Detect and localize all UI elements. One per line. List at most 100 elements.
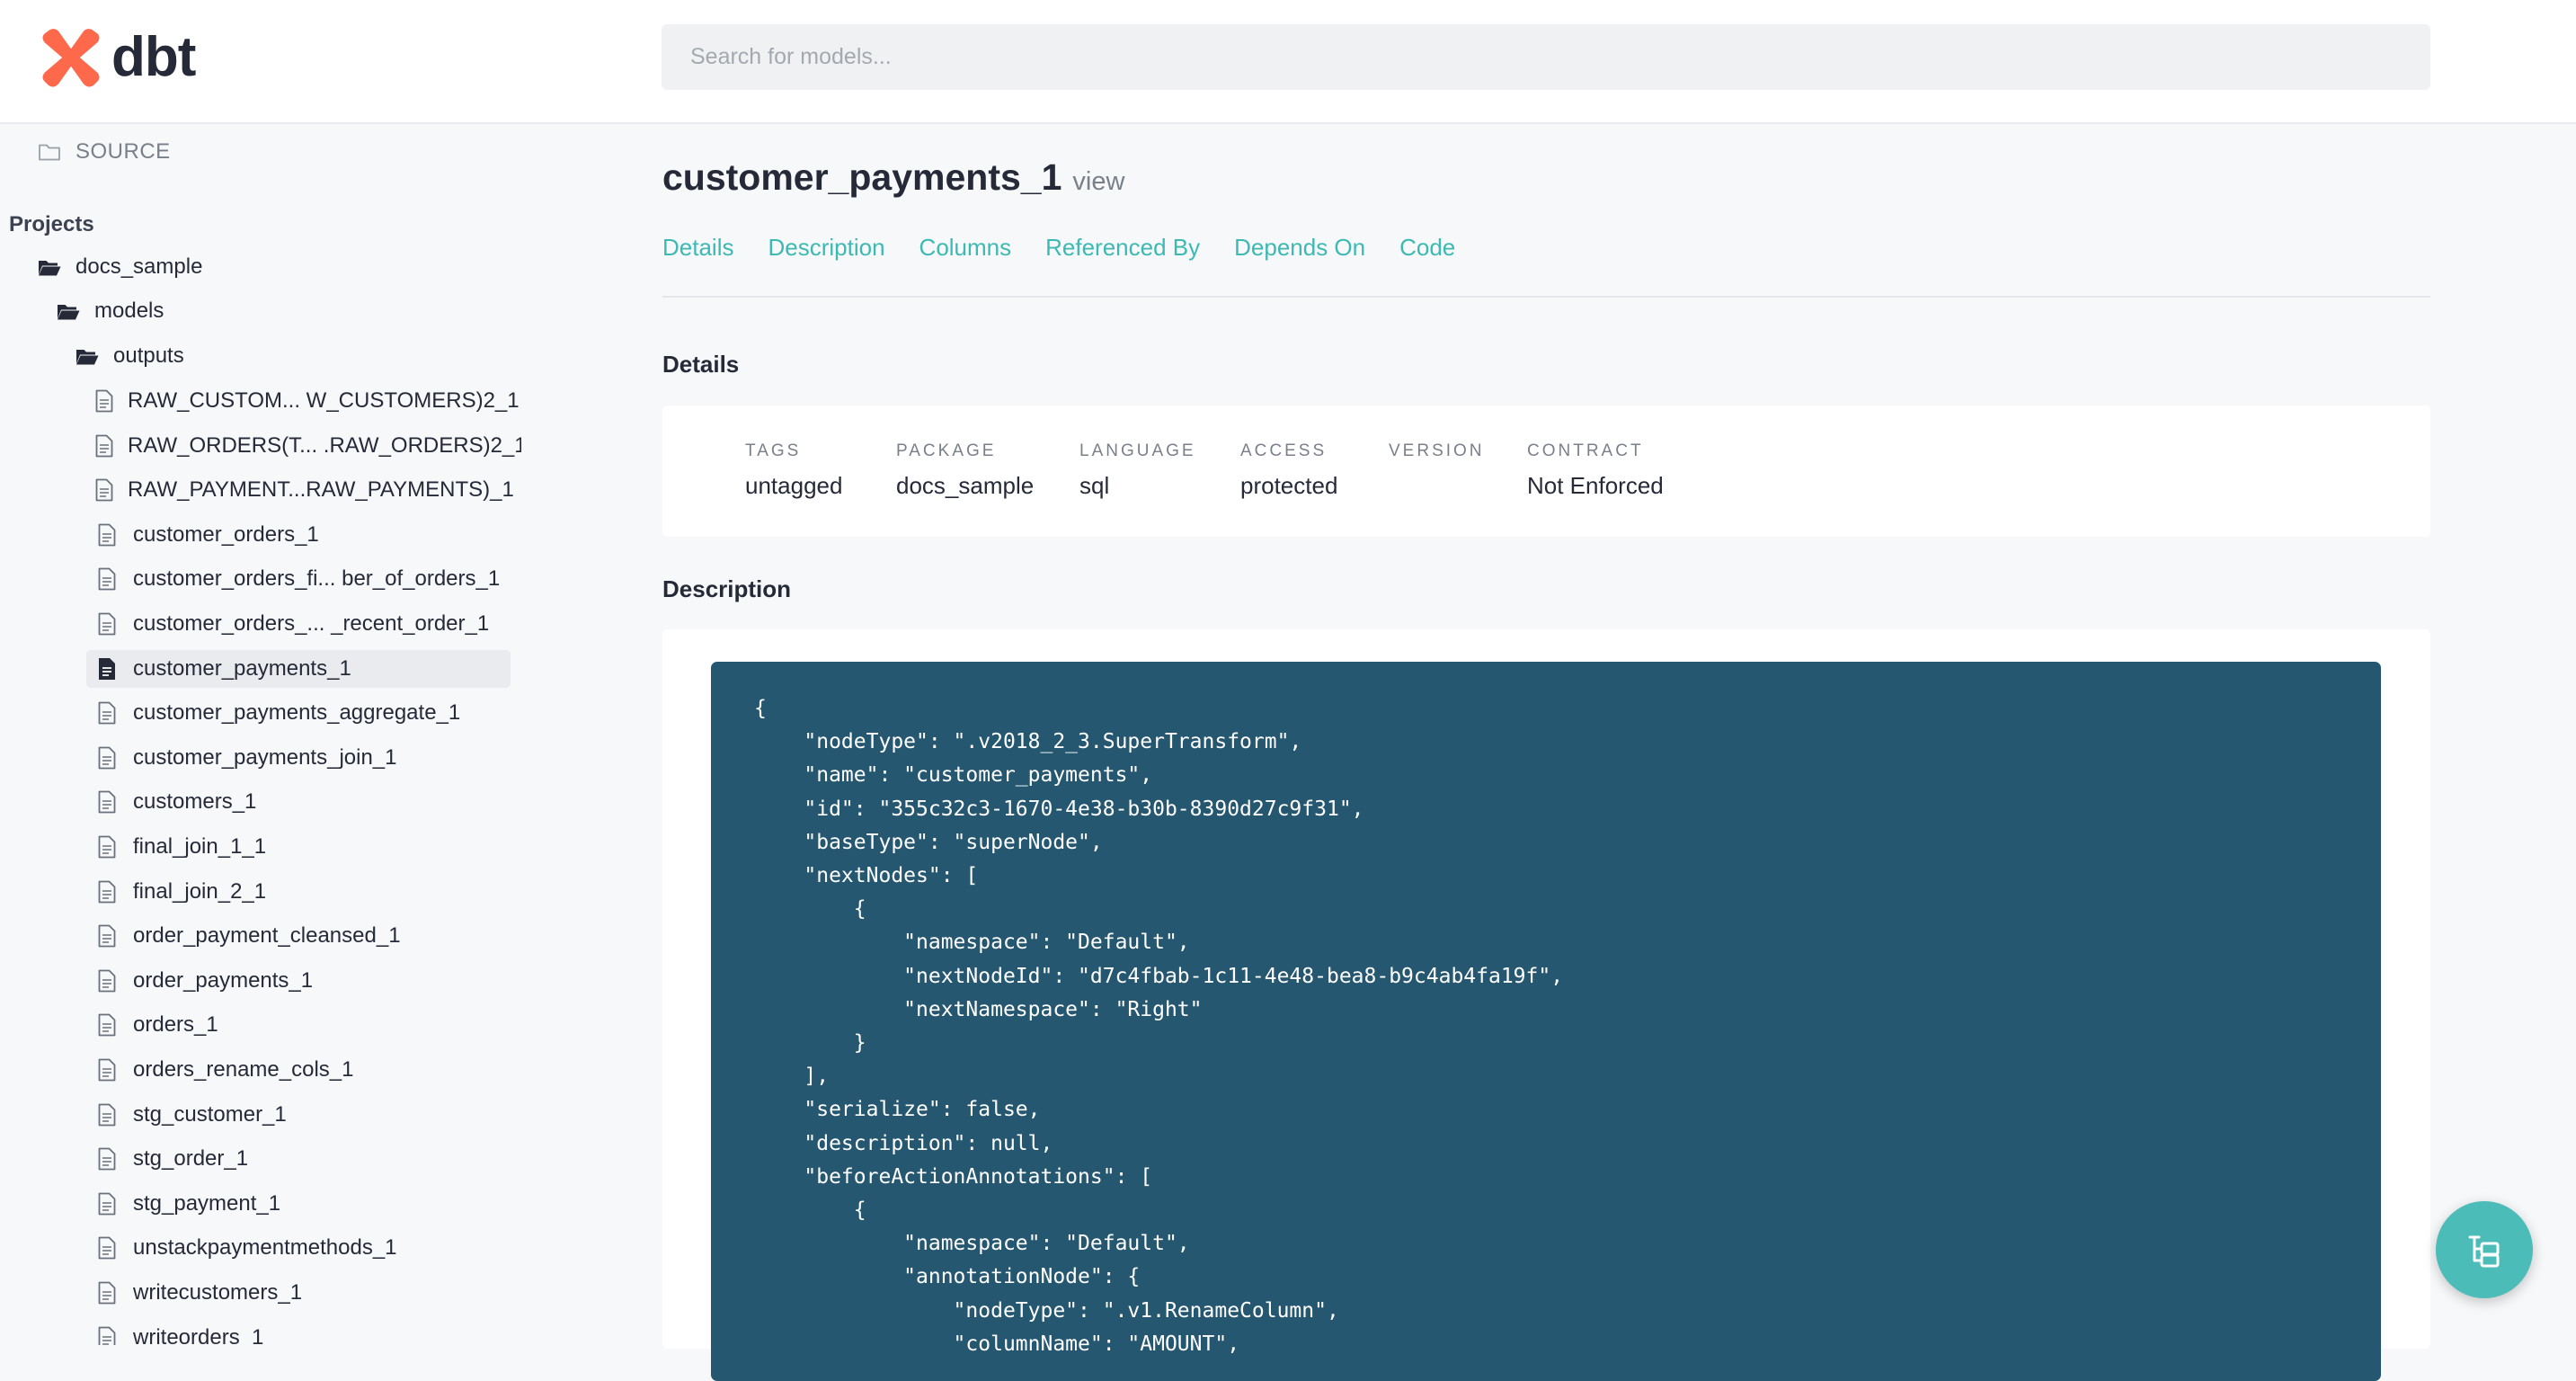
tab-details[interactable]: Details bbox=[662, 234, 733, 262]
file-text-icon bbox=[93, 699, 120, 726]
dbt-logo-icon bbox=[42, 29, 100, 87]
sidebar-model-label: stg_order_1 bbox=[133, 1146, 249, 1171]
sidebar-model-item[interactable]: orders_rename_cols_1 bbox=[86, 1051, 511, 1089]
file-text-icon bbox=[93, 1145, 120, 1172]
file-text-icon bbox=[93, 388, 115, 414]
details-heading: Details bbox=[662, 351, 740, 378]
sidebar-model-item[interactable]: RAW_CUSTOM... W_CUSTOMERS)2_1 bbox=[86, 382, 520, 420]
sidebar-model-label: customer_orders_fi... ber_of_orders_1 bbox=[133, 566, 501, 591]
description-code-block[interactable]: { "nodeType": ".v2018_2_3.SuperTransform… bbox=[711, 662, 2381, 1381]
lineage-tree-icon bbox=[2468, 1235, 2500, 1268]
meta-value: docs_sample bbox=[896, 472, 1035, 499]
sidebar-model-label: final_join_2_1 bbox=[133, 879, 267, 904]
tab-columns[interactable]: Columns bbox=[919, 234, 1012, 262]
lineage-graph-button[interactable] bbox=[2436, 1201, 2533, 1298]
file-text-icon bbox=[93, 1234, 120, 1261]
meta-contract: CONTRACT Not Enforced bbox=[1527, 441, 1664, 500]
sidebar-model-label: stg_customer_1 bbox=[133, 1102, 287, 1127]
sidebar-model-label: RAW_CUSTOM... W_CUSTOMERS)2_1 bbox=[128, 388, 520, 413]
folder-outline-icon bbox=[36, 138, 63, 165]
details-card: TAGS untagged PACKAGE docs_sample LANGUA… bbox=[662, 405, 2430, 537]
sidebar-source-label: SOURCE bbox=[76, 139, 171, 164]
project-name: docs_sample bbox=[76, 254, 203, 279]
page-title: customer_payments_1 bbox=[662, 156, 1062, 198]
description-code: { "nodeType": ".v2018_2_3.SuperTransform… bbox=[754, 697, 1564, 1356]
file-text-icon bbox=[93, 566, 120, 592]
tab-depends-on[interactable]: Depends On bbox=[1234, 234, 1365, 262]
top-header: dbt bbox=[0, 0, 2576, 124]
tab-code[interactable]: Code bbox=[1399, 234, 1455, 262]
meta-access: ACCESS protected bbox=[1240, 441, 1337, 500]
sidebar-model-item[interactable]: final_join_1_1 bbox=[86, 828, 511, 866]
sidebar-model-item[interactable]: customers_1 bbox=[86, 783, 511, 821]
sidebar-model-item[interactable]: writecustomers_1 bbox=[86, 1274, 511, 1312]
sidebar-model-item[interactable]: final_join_2_1 bbox=[86, 873, 511, 911]
sidebar: SOURCE Projects docs_sample models outpu… bbox=[0, 124, 521, 1345]
sidebar-model-item[interactable]: customer_payments_join_1 bbox=[86, 739, 511, 777]
sidebar-model-label: writeorders_1 bbox=[133, 1325, 264, 1345]
sidebar-item-source[interactable]: SOURCE bbox=[36, 133, 171, 171]
sidebar-model-label: customer_payments_aggregate_1 bbox=[133, 700, 461, 725]
file-text-icon bbox=[93, 610, 120, 637]
sidebar-model-item[interactable]: customer_orders_... _recent_order_1 bbox=[86, 605, 511, 643]
models-folder-label: models bbox=[94, 298, 164, 323]
sidebar-item-models[interactable]: models bbox=[55, 292, 164, 330]
sidebar-model-item[interactable]: customer_orders_fi... ber_of_orders_1 bbox=[86, 560, 511, 598]
sidebar-model-label: unstackpaymentmethods_1 bbox=[133, 1235, 397, 1260]
tab-referenced-by[interactable]: Referenced By bbox=[1045, 234, 1200, 262]
sidebar-item-outputs[interactable]: outputs bbox=[74, 337, 184, 375]
model-kind-label: view bbox=[1072, 167, 1125, 196]
file-text-icon bbox=[93, 922, 120, 949]
file-text-icon bbox=[93, 967, 120, 994]
outputs-folder-label: outputs bbox=[113, 343, 184, 368]
folder-open-icon bbox=[55, 298, 82, 325]
file-text-icon bbox=[93, 1101, 120, 1128]
meta-key: PACKAGE bbox=[896, 441, 997, 460]
sidebar-model-item[interactable]: customer_orders_1 bbox=[86, 516, 511, 554]
sidebar-model-item[interactable]: order_payments_1 bbox=[86, 962, 511, 1000]
sidebar-model-item[interactable]: customer_payments_aggregate_1 bbox=[86, 694, 511, 732]
sidebar-model-item[interactable]: RAW_PAYMENT...RAW_PAYMENTS)_1 bbox=[86, 471, 514, 509]
sidebar-model-label: stg_payment_1 bbox=[133, 1191, 281, 1216]
sidebar-model-item[interactable]: customer_payments_1 bbox=[86, 650, 511, 688]
meta-value: protected bbox=[1240, 472, 1338, 499]
sidebar-model-label: writecustomers_1 bbox=[133, 1280, 303, 1305]
file-text-icon bbox=[93, 833, 120, 860]
meta-package: PACKAGE docs_sample bbox=[896, 441, 1034, 500]
sidebar-model-label: orders_rename_cols_1 bbox=[133, 1057, 354, 1082]
file-text-icon bbox=[93, 432, 115, 459]
sidebar-model-label: customer_payments_join_1 bbox=[133, 745, 397, 770]
model-search-input[interactable] bbox=[662, 24, 2430, 90]
sidebar-model-label: final_join_1_1 bbox=[133, 834, 267, 859]
folder-open-icon bbox=[36, 254, 63, 281]
tabs-divider bbox=[662, 296, 2430, 298]
sidebar-model-item[interactable]: unstackpaymentmethods_1 bbox=[86, 1229, 511, 1267]
sidebar-model-item[interactable]: RAW_ORDERS(T... .RAW_ORDERS)2_1 bbox=[86, 427, 521, 465]
sidebar-model-item[interactable]: stg_customer_1 bbox=[86, 1096, 511, 1134]
section-tabs: Details Description Columns Referenced B… bbox=[662, 234, 1489, 262]
tab-description[interactable]: Description bbox=[768, 234, 884, 262]
sidebar-model-label: customers_1 bbox=[133, 789, 257, 814]
file-text-icon bbox=[93, 655, 120, 682]
meta-key: VERSION bbox=[1389, 441, 1485, 460]
meta-language: LANGUAGE sql bbox=[1079, 441, 1196, 500]
sidebar-model-item[interactable]: orders_1 bbox=[86, 1006, 511, 1044]
projects-heading: Projects bbox=[9, 212, 94, 236]
sidebar-model-item[interactable]: writeorders_1 bbox=[86, 1319, 511, 1345]
sidebar-model-item[interactable]: stg_payment_1 bbox=[86, 1185, 511, 1223]
file-text-icon bbox=[93, 744, 120, 771]
file-text-icon bbox=[93, 878, 120, 905]
sidebar-model-label: order_payment_cleansed_1 bbox=[133, 923, 401, 948]
file-text-icon bbox=[93, 1279, 120, 1306]
meta-key: CONTRACT bbox=[1527, 441, 1644, 460]
sidebar-model-item[interactable]: stg_order_1 bbox=[86, 1140, 511, 1178]
file-text-icon bbox=[93, 521, 120, 548]
sidebar-item-project[interactable]: docs_sample bbox=[36, 248, 202, 286]
file-text-icon bbox=[93, 1324, 120, 1345]
meta-value: Not Enforced bbox=[1527, 472, 1664, 499]
dbt-logo[interactable]: dbt bbox=[40, 25, 196, 90]
model-header: customer_payments_1 view bbox=[662, 156, 1124, 199]
sidebar-model-item[interactable]: order_payment_cleansed_1 bbox=[86, 917, 511, 955]
sidebar-model-label: RAW_PAYMENT...RAW_PAYMENTS)_1 bbox=[128, 477, 514, 502]
meta-value: sql bbox=[1079, 472, 1110, 499]
